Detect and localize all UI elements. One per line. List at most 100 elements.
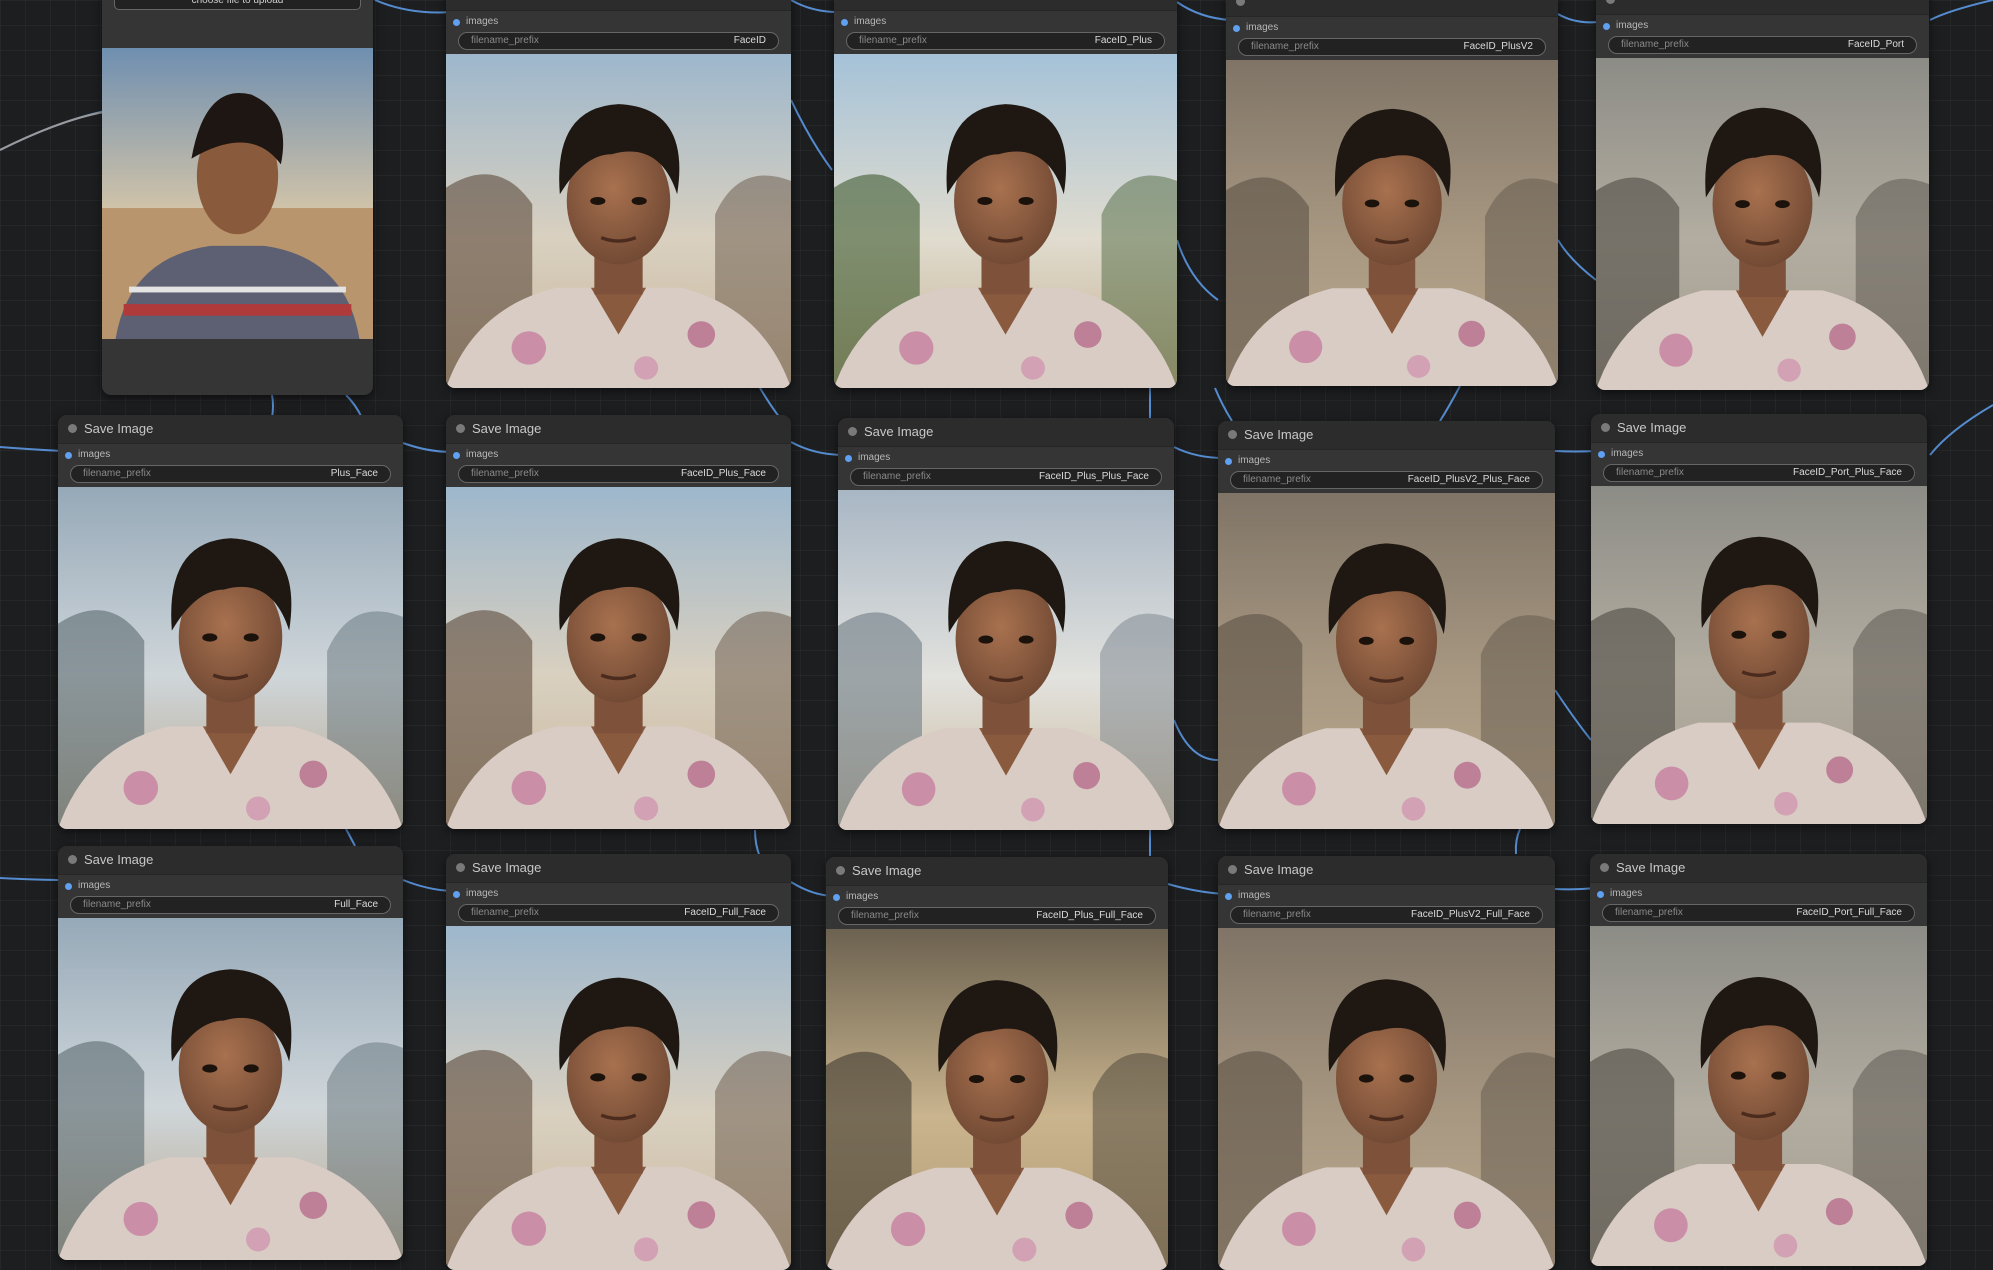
collapse-dot-icon[interactable] (848, 427, 857, 436)
images-input-slot[interactable]: images (1597, 888, 1707, 902)
images-input-slot[interactable]: images (1225, 455, 1335, 469)
save-image-node[interactable]: Save Image images filename_prefix FaceID… (446, 415, 791, 829)
collapse-dot-icon[interactable] (1228, 430, 1237, 439)
link-wire (1439, 385, 1461, 422)
images-input-slot[interactable]: images (1225, 890, 1335, 904)
filename-prefix-field[interactable]: filename_prefix FaceID_Full_Face (458, 904, 779, 922)
save-image-node[interactable]: images filename_prefix FaceID_Port (1596, 0, 1929, 390)
widget-value[interactable]: Full_Face (334, 899, 378, 910)
filename-prefix-field[interactable]: filename_prefix FaceID_PlusV2_Plus_Face (1230, 471, 1543, 489)
collapse-dot-icon[interactable] (68, 424, 77, 433)
node-header[interactable] (1596, 0, 1929, 15)
input-slot-icon[interactable] (453, 891, 460, 898)
node-header[interactable]: Save Image (838, 418, 1174, 447)
save-image-node[interactable]: Save Image images filename_prefix FaceID… (1218, 421, 1555, 829)
input-slot-icon[interactable] (833, 894, 840, 901)
node-header[interactable]: Save Image (826, 857, 1168, 886)
input-slot-icon[interactable] (65, 452, 72, 459)
collapse-dot-icon[interactable] (1236, 0, 1245, 6)
images-input-slot[interactable]: images (65, 880, 175, 894)
widget-value[interactable]: FaceID_Port_Plus_Face (1793, 467, 1902, 478)
input-slot-icon[interactable] (1225, 893, 1232, 900)
images-input-slot[interactable]: images (833, 891, 943, 905)
images-input-slot[interactable]: images (453, 449, 563, 463)
collapse-dot-icon[interactable] (456, 424, 465, 433)
save-image-node[interactable]: Save Image images filename_prefix FaceID… (1218, 856, 1555, 1270)
widget-value[interactable]: FaceID_Plus (1095, 35, 1152, 46)
filename-prefix-field[interactable]: filename_prefix Plus_Face (70, 465, 391, 483)
input-slot-icon[interactable] (1233, 25, 1240, 32)
node-header[interactable] (834, 0, 1177, 11)
images-input-slot[interactable]: images (453, 16, 563, 30)
choose-file-button[interactable]: choose file to upload (114, 0, 361, 10)
widget-value[interactable]: FaceID_PlusV2_Full_Face (1411, 909, 1530, 920)
images-input-slot[interactable]: images (841, 16, 951, 30)
widget-value[interactable]: FaceID_Full_Face (684, 907, 766, 918)
collapse-dot-icon[interactable] (1228, 865, 1237, 874)
collapse-dot-icon[interactable] (68, 855, 77, 864)
collapse-dot-icon[interactable] (836, 866, 845, 875)
save-image-node[interactable]: Save Image images filename_prefix Full_F… (58, 846, 403, 1260)
save-image-node[interactable]: images filename_prefix FaceID (446, 0, 791, 388)
node-header[interactable] (1226, 0, 1558, 17)
widget-value[interactable]: FaceID_Plus_Plus_Face (1039, 471, 1149, 482)
save-image-node[interactable]: images filename_prefix FaceID_Plus (834, 0, 1177, 388)
node-header[interactable]: Save Image (58, 415, 403, 444)
input-slot-icon[interactable] (65, 883, 72, 890)
filename-prefix-field[interactable]: filename_prefix FaceID_Port (1608, 36, 1917, 54)
widget-value[interactable]: FaceID_Plus_Full_Face (1036, 910, 1143, 921)
filename-prefix-field[interactable]: filename_prefix FaceID_PlusV2_Full_Face (1230, 906, 1543, 924)
node-header[interactable]: Save Image (446, 415, 791, 444)
widget-value[interactable]: FaceID (734, 35, 766, 46)
widget-value[interactable]: FaceID_PlusV2_Plus_Face (1408, 474, 1530, 485)
node-header[interactable]: Save Image (58, 846, 403, 875)
save-image-node[interactable]: Save Image images filename_prefix FaceID… (446, 854, 791, 1270)
collapse-dot-icon[interactable] (1601, 423, 1610, 432)
images-input-slot[interactable]: images (65, 449, 175, 463)
widget-value[interactable]: FaceID_PlusV2 (1464, 41, 1533, 52)
filename-prefix-field[interactable]: filename_prefix FaceID (458, 32, 779, 50)
filename-prefix-field[interactable]: filename_prefix FaceID_Plus_Face (458, 465, 779, 483)
save-image-node[interactable]: images filename_prefix FaceID_PlusV2 (1226, 0, 1558, 386)
input-slot-icon[interactable] (453, 452, 460, 459)
images-input-slot[interactable]: images (1598, 448, 1708, 462)
widget-value[interactable]: FaceID_Port_Full_Face (1796, 907, 1902, 918)
images-input-slot[interactable]: images (1233, 22, 1343, 36)
filename-prefix-field[interactable]: filename_prefix FaceID_Plus_Plus_Face (850, 468, 1162, 486)
save-image-node[interactable]: Save Image images filename_prefix FaceID… (826, 857, 1168, 1270)
images-input-slot[interactable]: images (845, 452, 955, 466)
input-slot-icon[interactable] (1603, 23, 1610, 30)
node-header[interactable] (446, 0, 791, 11)
input-slot-icon[interactable] (841, 19, 848, 26)
node-header[interactable]: Save Image (1591, 414, 1927, 443)
collapse-dot-icon[interactable] (456, 863, 465, 872)
collapse-dot-icon[interactable] (1600, 863, 1609, 872)
filename-prefix-field[interactable]: filename_prefix FaceID_PlusV2 (1238, 38, 1546, 56)
node-header[interactable]: Save Image (1590, 854, 1927, 883)
filename-prefix-field[interactable]: filename_prefix FaceID_Plus (846, 32, 1165, 50)
filename-prefix-field[interactable]: filename_prefix Full_Face (70, 896, 391, 914)
collapse-dot-icon[interactable] (1606, 0, 1615, 4)
images-input-slot[interactable]: images (453, 888, 563, 902)
input-slot-label: images (854, 16, 887, 27)
images-input-slot[interactable]: images (1603, 20, 1713, 34)
save-image-node[interactable]: Save Image images filename_prefix FaceID… (838, 418, 1174, 830)
widget-value[interactable]: FaceID_Port (1848, 39, 1904, 50)
input-slot-icon[interactable] (1597, 891, 1604, 898)
widget-value[interactable]: Plus_Face (331, 468, 378, 479)
node-header[interactable]: Save Image (1218, 856, 1555, 885)
filename-prefix-field[interactable]: filename_prefix FaceID_Port_Full_Face (1602, 904, 1915, 922)
save-image-node[interactable]: Save Image images filename_prefix FaceID… (1590, 854, 1927, 1266)
input-slot-icon[interactable] (453, 19, 460, 26)
node-header[interactable]: Save Image (1218, 421, 1555, 450)
save-image-node[interactable]: Save Image images filename_prefix Plus_F… (58, 415, 403, 829)
widget-value[interactable]: FaceID_Plus_Face (681, 468, 766, 479)
filename-prefix-field[interactable]: filename_prefix FaceID_Port_Plus_Face (1603, 464, 1915, 482)
load-image-node[interactable]: choose file to upload (102, 0, 373, 395)
input-slot-icon[interactable] (845, 455, 852, 462)
save-image-node[interactable]: Save Image images filename_prefix FaceID… (1591, 414, 1927, 824)
input-slot-icon[interactable] (1225, 458, 1232, 465)
filename-prefix-field[interactable]: filename_prefix FaceID_Plus_Full_Face (838, 907, 1156, 925)
input-slot-icon[interactable] (1598, 451, 1605, 458)
node-header[interactable]: Save Image (446, 854, 791, 883)
